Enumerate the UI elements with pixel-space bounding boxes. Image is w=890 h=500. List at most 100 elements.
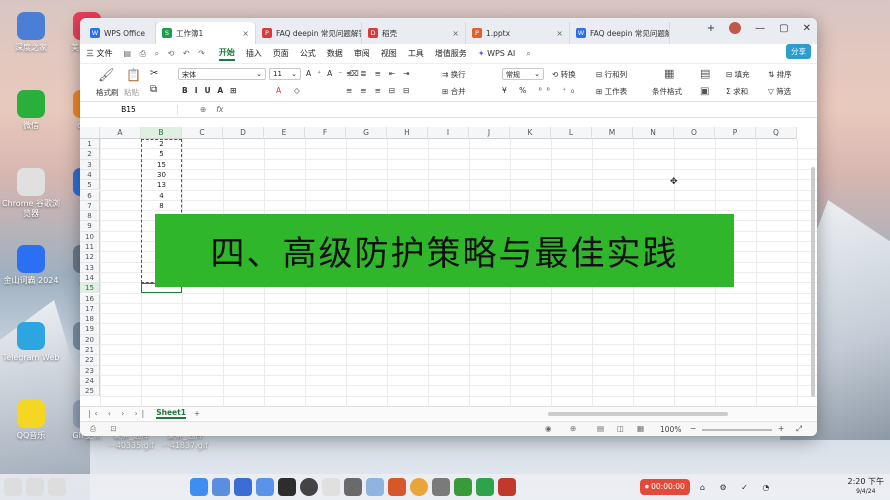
column-header-M[interactable]: M bbox=[592, 127, 633, 139]
chrome-icon[interactable] bbox=[410, 478, 428, 496]
copy-icon[interactable]: ⧉ bbox=[150, 84, 157, 95]
focus-icon[interactable]: ⊕ bbox=[570, 424, 576, 433]
music-icon[interactable] bbox=[366, 478, 384, 496]
table-style-icon[interactable]: ▤ bbox=[700, 67, 710, 80]
tab-0[interactable]: W WPS Office bbox=[84, 22, 156, 44]
wps-ai-button[interactable]: ✦ WPS AI bbox=[478, 49, 515, 58]
sheet-nav-icons[interactable]: |‹ ‹ › ›| bbox=[88, 409, 148, 418]
cell-B5[interactable]: 13 bbox=[141, 180, 182, 190]
view-page-icon[interactable]: ▦ bbox=[637, 424, 644, 433]
column-header-J[interactable]: J bbox=[469, 127, 510, 139]
file-manager-icon[interactable] bbox=[212, 478, 230, 496]
share-button[interactable]: 分享 bbox=[786, 44, 811, 59]
menu-tab-review[interactable]: 审阅 bbox=[354, 48, 370, 59]
menu-tab-insert[interactable]: 插入 bbox=[246, 48, 262, 59]
wps-icon[interactable] bbox=[498, 478, 516, 496]
row-header-17[interactable]: 17 bbox=[80, 303, 100, 315]
files-icon[interactable] bbox=[256, 478, 274, 496]
cut-icon[interactable]: ✂ bbox=[150, 68, 158, 79]
eye-protect-icon[interactable]: ◉ bbox=[545, 424, 552, 433]
row-header-7[interactable]: 7 bbox=[80, 200, 100, 212]
column-header-E[interactable]: E bbox=[264, 127, 305, 139]
launcher-icon[interactable] bbox=[190, 478, 208, 496]
cell-B1[interactable]: 2 bbox=[141, 139, 182, 149]
minimize-icon[interactable]: — bbox=[755, 23, 765, 34]
sort-button[interactable]: ⇅ 排序 bbox=[768, 69, 792, 80]
close-tab-icon[interactable]: × bbox=[452, 29, 459, 38]
column-header-F[interactable]: F bbox=[305, 127, 346, 139]
column-header-P[interactable]: P bbox=[715, 127, 756, 139]
view-layout-icon[interactable]: ◫ bbox=[617, 424, 624, 433]
column-header-A[interactable]: A bbox=[100, 127, 141, 139]
avatar[interactable] bbox=[729, 22, 742, 34]
row-header-3[interactable]: 3 bbox=[80, 159, 100, 170]
row-header-4[interactable]: 4 bbox=[80, 169, 100, 181]
filter-button[interactable]: ▽ 筛选 bbox=[768, 86, 791, 97]
tray-icons[interactable]: ⌂ ⚙ ✓ ◔ bbox=[700, 483, 776, 492]
format-painter-icon[interactable]: 🖌 bbox=[98, 68, 115, 83]
cell-B7[interactable]: 8 bbox=[141, 201, 182, 211]
font-size-select[interactable]: 11 ⌄ bbox=[269, 68, 301, 80]
row-header-13[interactable]: 13 bbox=[80, 262, 100, 273]
paste-icon[interactable]: 📋 bbox=[126, 68, 141, 82]
column-header-N[interactable]: N bbox=[633, 127, 674, 139]
cond-format-label[interactable]: 条件格式 bbox=[652, 86, 682, 97]
cell-B2[interactable]: 5 bbox=[141, 149, 182, 159]
fullscreen-icon[interactable]: ⤢ bbox=[796, 424, 802, 434]
menu-tab-page[interactable]: 页面 bbox=[273, 48, 289, 59]
cell-B6[interactable]: 4 bbox=[141, 191, 182, 201]
column-header-L[interactable]: L bbox=[551, 127, 592, 139]
desktop-icon-4[interactable]: Chrome 谷歌浏览器 bbox=[0, 168, 62, 219]
close-icon[interactable]: ✕ bbox=[803, 23, 811, 34]
row-header-1[interactable]: 1 bbox=[80, 139, 100, 150]
name-box[interactable]: B15 bbox=[80, 105, 178, 114]
zoom-in-icon[interactable]: + bbox=[778, 424, 784, 433]
fill-button[interactable]: ⊟ 填充 bbox=[726, 69, 750, 80]
search-icon[interactable]: ⌕ bbox=[526, 49, 530, 59]
column-header-G[interactable]: G bbox=[346, 127, 387, 139]
menu-tab-formula[interactable]: 公式 bbox=[300, 48, 316, 59]
row-header-5[interactable]: 5 bbox=[80, 180, 100, 191]
menu-tab-data[interactable]: 数据 bbox=[327, 48, 343, 59]
row-header-21[interactable]: 21 bbox=[80, 345, 100, 356]
desktop-icon-6[interactable]: 金山词霸 2024 bbox=[0, 245, 62, 286]
format-painter-label[interactable]: 格式刷 bbox=[96, 87, 119, 98]
tab-1[interactable]: S 工作簿1 × bbox=[156, 22, 256, 44]
clock[interactable]: 2:20 下午 9/4/24 bbox=[847, 477, 884, 497]
sheet-tab-sheet1[interactable]: Sheet1 bbox=[156, 408, 186, 419]
column-header-B[interactable]: B bbox=[141, 127, 182, 139]
column-header-D[interactable]: D bbox=[223, 127, 264, 139]
column-header-K[interactable]: K bbox=[510, 127, 551, 139]
row-header-10[interactable]: 10 bbox=[80, 231, 100, 242]
merge-button[interactable]: ⊞ 合并 bbox=[442, 86, 466, 97]
row-header-23[interactable]: 23 bbox=[80, 365, 100, 376]
quick-access-icons[interactable]: ▤ ⎙ ⌕ ⟲ ↶ ↷ bbox=[124, 49, 208, 59]
column-header-Q[interactable]: Q bbox=[756, 127, 797, 139]
add-sheet-icon[interactable]: + bbox=[194, 409, 200, 418]
shop-icon[interactable] bbox=[388, 478, 406, 496]
fx-icon[interactable]: fx bbox=[216, 105, 223, 114]
number-style-icons[interactable]: ¥ % ⁰⁰ ⁺₀ bbox=[502, 86, 579, 95]
column-header-H[interactable]: H bbox=[387, 127, 428, 139]
desktop-icon-8[interactable]: Telegram Web bbox=[0, 322, 62, 363]
row-header-19[interactable]: 19 bbox=[80, 324, 100, 335]
row-header-8[interactable]: 8 bbox=[80, 211, 100, 222]
close-tab-icon[interactable]: × bbox=[556, 29, 563, 38]
fill-color-icon[interactable]: ◇ bbox=[294, 86, 300, 95]
terminal-icon[interactable] bbox=[278, 478, 296, 496]
screen-record-indicator[interactable]: ⏺ 00:00:00 bbox=[640, 479, 690, 495]
file-menu[interactable]: 三 文件 bbox=[86, 48, 113, 59]
multitask-icon[interactable] bbox=[4, 478, 22, 496]
cond-format-icon[interactable]: ▦ bbox=[664, 67, 674, 80]
row-header-25[interactable]: 25 bbox=[80, 386, 100, 397]
text-style-icons[interactable]: BIUA⊞ bbox=[182, 86, 243, 95]
zoom-value[interactable]: 100% bbox=[660, 425, 681, 434]
row-header-9[interactable]: 9 bbox=[80, 221, 100, 232]
column-header-C[interactable]: C bbox=[182, 127, 223, 139]
menu-tab-view[interactable]: 视图 bbox=[381, 48, 397, 59]
row-header-2[interactable]: 2 bbox=[80, 149, 100, 160]
wrap-text-button[interactable]: ⇉ 换行 bbox=[442, 69, 466, 80]
desktop-icon-2[interactable]: 微信 bbox=[0, 90, 62, 131]
workspace-icon[interactable] bbox=[26, 478, 44, 496]
add-tab-icon[interactable]: + bbox=[707, 23, 715, 34]
